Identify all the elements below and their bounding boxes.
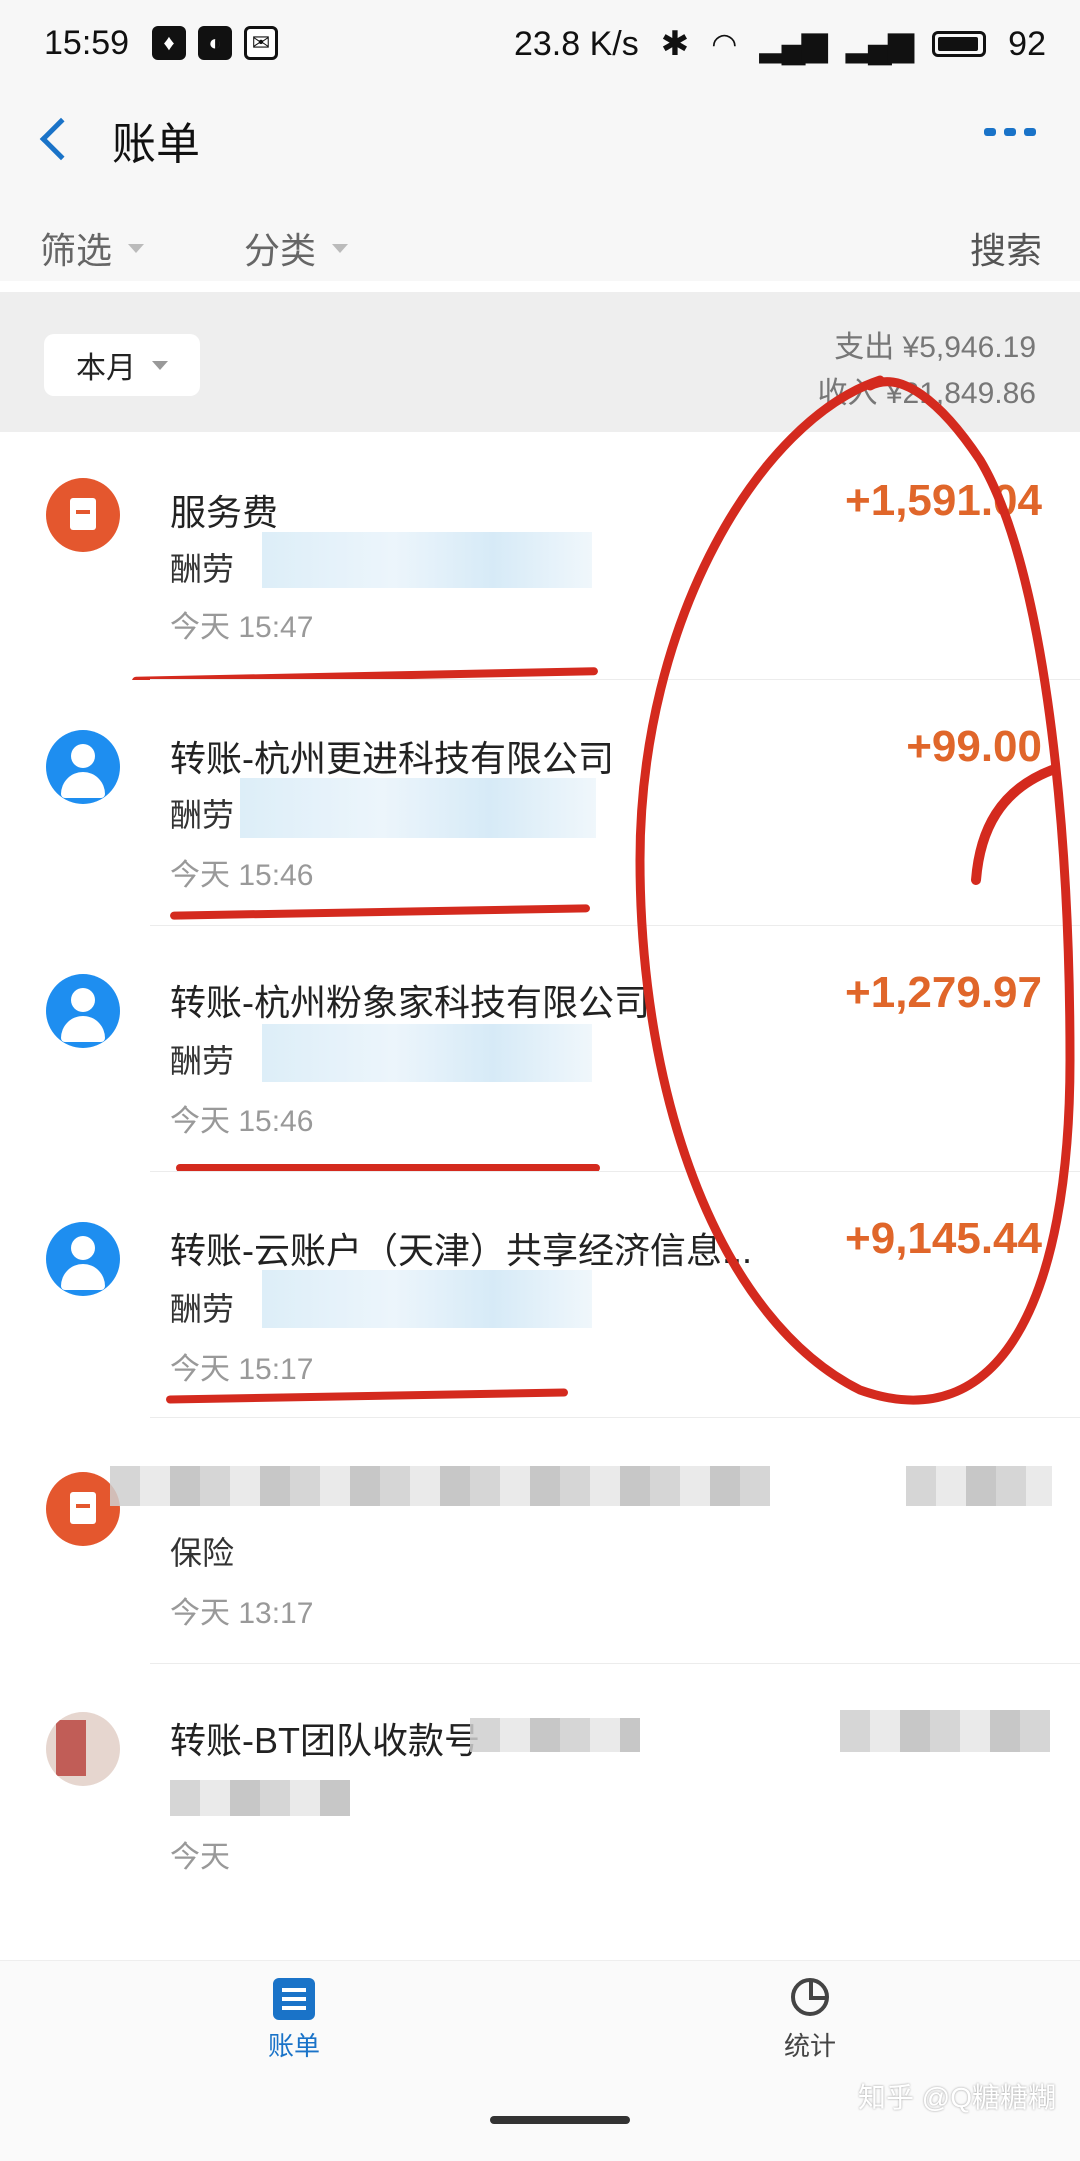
annotation-overlay: [635, 375, 1075, 1405]
bottom-nav: [0, 1960, 1080, 2161]
watermark: 知乎 @Q糖糖糊: [858, 2082, 1056, 2113]
annotation-circle: [635, 375, 1075, 1405]
nav-stats[interactable]: 统计: [760, 1978, 860, 2063]
annotation-check: [971, 765, 1057, 885]
home-indicator[interactable]: [490, 2116, 630, 2124]
pie-chart-icon: [791, 1978, 829, 2016]
bill-list-icon: [273, 1978, 315, 2020]
nav-bill-label: 账单: [267, 2031, 320, 2061]
nav-bill[interactable]: 账单: [244, 1978, 344, 2063]
nav-stats-label: 统计: [783, 2031, 836, 2061]
